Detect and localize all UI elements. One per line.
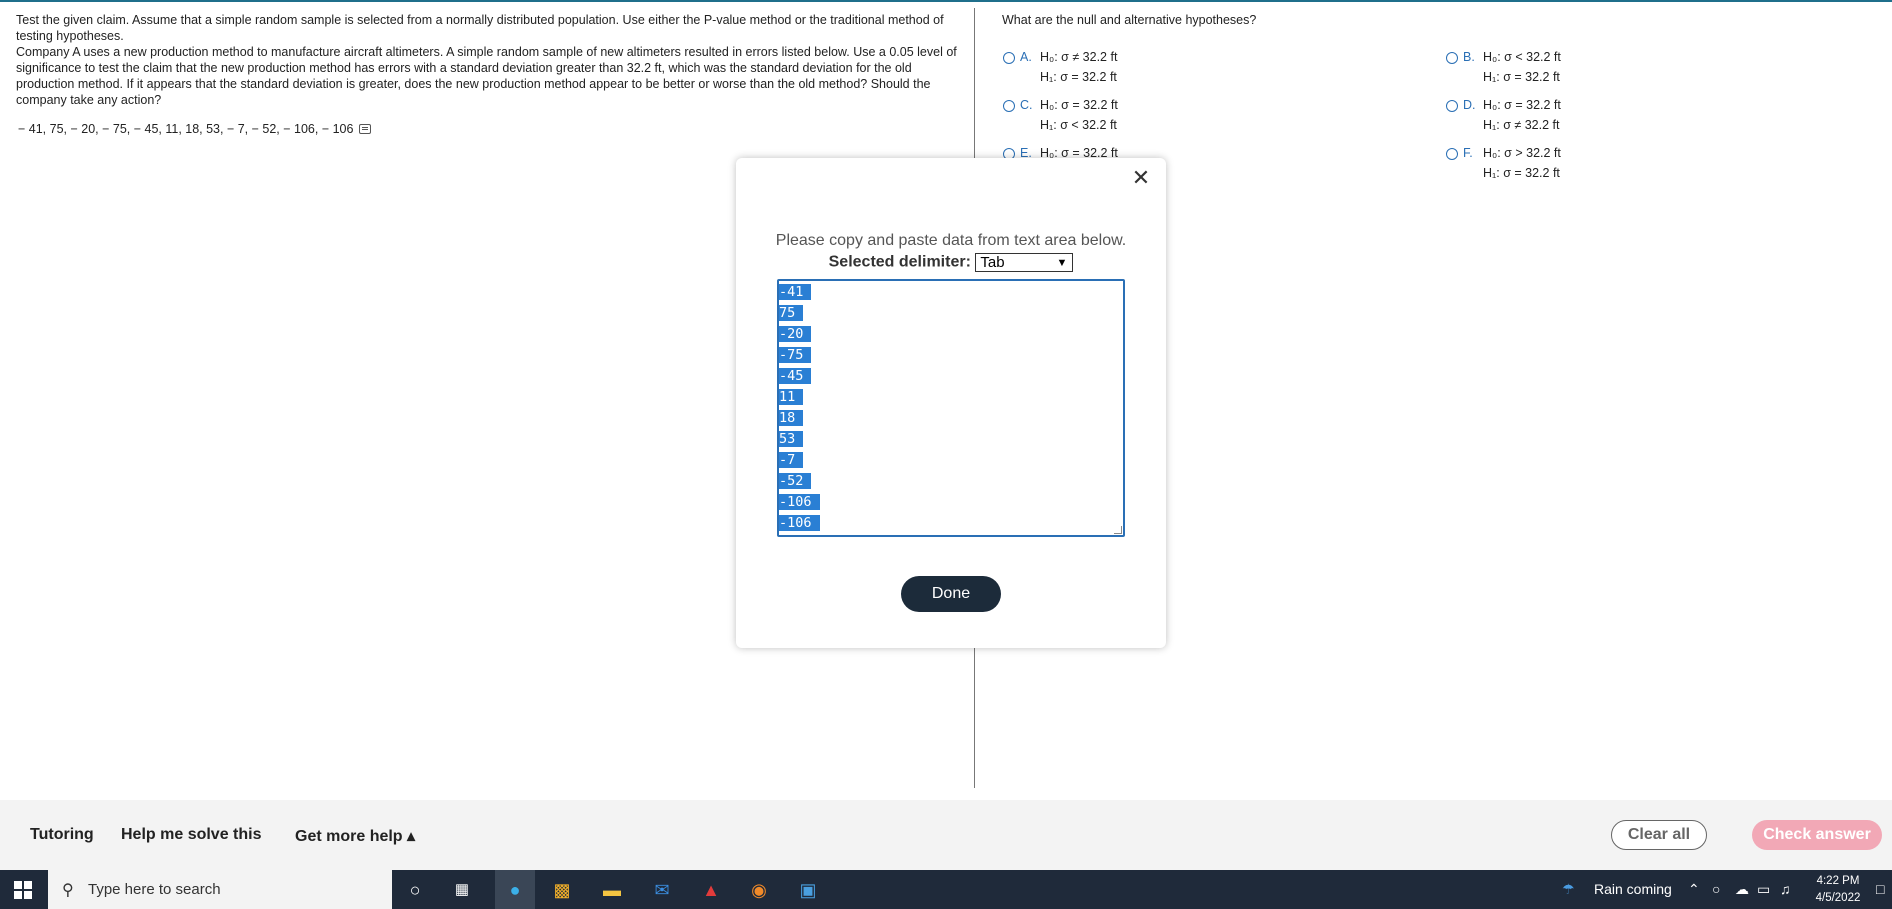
data-copy-dialog: ✕ Please copy and paste data from text a… [736, 158, 1166, 648]
done-button[interactable]: Done [901, 576, 1001, 612]
option-h0: H₀: σ < 32.2 ft [1483, 50, 1561, 64]
delimiter-label: Selected delimiter: [828, 253, 971, 271]
data-row-text: -106 [779, 515, 820, 531]
data-textarea[interactable]: -41 75 -20 -75 -45 11 18 53 -7 -52 -106 … [777, 279, 1125, 537]
radio-circle-icon[interactable] [1003, 52, 1015, 64]
cortana-icon[interactable]: ○ [403, 878, 427, 902]
network-icon[interactable]: ▭ [1757, 881, 1770, 898]
taskbar-search[interactable]: ⚲ Type here to search [48, 870, 392, 909]
data-row: -106 [779, 492, 1123, 513]
data-row: -75 [779, 345, 1123, 366]
radio-circle-icon[interactable] [1446, 100, 1458, 112]
search-icon: ⚲ [62, 882, 74, 899]
umbrella-icon: ☂ [1562, 881, 1575, 897]
file-explorer-icon[interactable]: ▬ [600, 878, 624, 902]
data-row: -45 [779, 366, 1123, 387]
top-accent-rule [0, 0, 1892, 2]
data-row-text: -75 [779, 347, 812, 363]
question-intro: Test the given claim. Assume that a simp… [16, 13, 944, 43]
data-row: 18 [779, 408, 1123, 429]
data-row-text: 18 [779, 410, 804, 426]
option-letter: F. [1463, 146, 1473, 160]
delimiter-value: Tab [980, 254, 1005, 271]
weather-text[interactable]: Rain coming [1594, 881, 1672, 897]
data-row-text: -20 [779, 326, 812, 342]
delimiter-select[interactable]: Tab ▼ [975, 253, 1074, 272]
option-h1: H₁: σ = 32.2 ft [1483, 166, 1560, 180]
data-values-line: − 41, 75, − 20, − 75, − 45, 11, 18, 53, … [18, 122, 372, 136]
data-row-text: -106 [779, 494, 820, 510]
store-icon[interactable]: ▩ [550, 878, 574, 902]
option-letter: C. [1020, 98, 1033, 112]
option-h0: H₀: σ = 32.2 ft [1040, 98, 1118, 112]
tutoring-link[interactable]: Tutoring [30, 826, 94, 844]
option-letter: A. [1020, 50, 1032, 64]
help-me-solve-link[interactable]: Help me solve this [121, 826, 262, 844]
option-c[interactable]: C. H₀: σ = 32.2 ft H₁: σ < 32.2 ft [1003, 98, 1118, 133]
data-row: -41 [779, 282, 1123, 303]
meet-icon[interactable]: ○ [1712, 881, 1720, 897]
cloud-icon[interactable]: ☁ [1735, 881, 1749, 898]
option-d[interactable]: D. H₀: σ = 32.2 ft H₁: σ ≠ 32.2 ft [1446, 98, 1561, 133]
data-row: -52 [779, 471, 1123, 492]
photos-icon[interactable]: ▣ [796, 878, 820, 902]
option-letter: D. [1463, 98, 1476, 112]
data-row: 75 [779, 303, 1123, 324]
resize-handle-icon[interactable] [1114, 526, 1122, 534]
option-a[interactable]: A. H₀: σ ≠ 32.2 ft H₁: σ = 32.2 ft [1003, 50, 1117, 85]
data-row-text: -41 [779, 284, 812, 300]
option-h0: H₀: σ ≠ 32.2 ft [1040, 50, 1118, 64]
check-answer-button[interactable]: Check answer [1752, 820, 1882, 850]
option-h0: H₀: σ > 32.2 ft [1483, 146, 1561, 160]
edge-browser-icon[interactable]: ● [503, 878, 527, 902]
option-f[interactable]: F. H₀: σ > 32.2 ft H₁: σ = 32.2 ft [1446, 146, 1561, 181]
data-row: -20 [779, 324, 1123, 345]
option-h0: H₀: σ = 32.2 ft [1483, 98, 1561, 112]
radio-circle-icon[interactable] [1446, 52, 1458, 64]
windows-start-icon[interactable] [14, 881, 32, 899]
chevron-down-icon: ▼ [1056, 257, 1068, 269]
question-body: Company A uses a new production method t… [16, 45, 957, 107]
option-letter: B. [1463, 50, 1475, 64]
data-row-text: -52 [779, 473, 812, 489]
app-a-icon[interactable]: ▲ [699, 878, 723, 902]
radio-circle-icon[interactable] [1446, 148, 1458, 160]
option-b[interactable]: B. H₀: σ < 32.2 ft H₁: σ = 32.2 ft [1446, 50, 1561, 85]
data-row-text: 11 [779, 389, 804, 405]
clock-time: 4:22 PM [1816, 875, 1860, 887]
data-row: -7 [779, 450, 1123, 471]
dialog-instruction: Please copy and paste data from text are… [775, 232, 1127, 249]
option-h1: H₁: σ ≠ 32.2 ft [1483, 118, 1560, 132]
data-row-text: -7 [779, 452, 804, 468]
data-row-text: -45 [779, 368, 812, 384]
taskbar-clock[interactable]: 4:22 PM 4/5/2022 [1808, 873, 1868, 907]
data-table-icon[interactable] [359, 124, 372, 134]
option-h1: H₁: σ < 32.2 ft [1040, 118, 1117, 132]
question-text: Test the given claim. Assume that a simp… [16, 12, 966, 108]
option-h1: H₁: σ = 32.2 ft [1040, 70, 1117, 84]
data-values: − 41, 75, − 20, − 75, − 45, 11, 18, 53, … [18, 122, 354, 136]
delimiter-row: Selected delimiter: Tab ▼ [736, 253, 1166, 272]
answer-prompt: What are the null and alternative hypoth… [1002, 13, 1257, 27]
mail-icon[interactable]: ✉ [650, 878, 674, 902]
close-icon[interactable]: ✕ [1130, 168, 1152, 190]
get-more-help-menu[interactable]: Get more help ▴ [295, 826, 415, 846]
data-row: 11 [779, 387, 1123, 408]
volume-icon[interactable]: ♫ [1780, 881, 1791, 897]
chevron-up-icon[interactable]: ⌃ [1688, 881, 1700, 898]
data-row: -106 [779, 513, 1123, 534]
help-bar: Tutoring Help me solve this Get more hel… [0, 800, 1892, 870]
data-row: 53 [779, 429, 1123, 450]
data-row-text: 53 [779, 431, 804, 447]
search-placeholder: Type here to search [88, 881, 221, 898]
notifications-icon[interactable]: □ [1876, 881, 1884, 897]
data-row-text: 75 [779, 305, 804, 321]
clock-date: 4/5/2022 [1815, 892, 1861, 904]
taskbar: ⚲ Type here to search ○ ▦ ● ▩ ▬ ✉ ▲ ◉ ▣ … [0, 870, 1892, 909]
clear-all-button[interactable]: Clear all [1611, 820, 1707, 850]
option-h1: H₁: σ = 32.2 ft [1483, 70, 1560, 84]
task-view-icon[interactable]: ▦ [450, 878, 474, 902]
radio-circle-icon[interactable] [1003, 100, 1015, 112]
app-circle-icon[interactable]: ◉ [747, 878, 771, 902]
